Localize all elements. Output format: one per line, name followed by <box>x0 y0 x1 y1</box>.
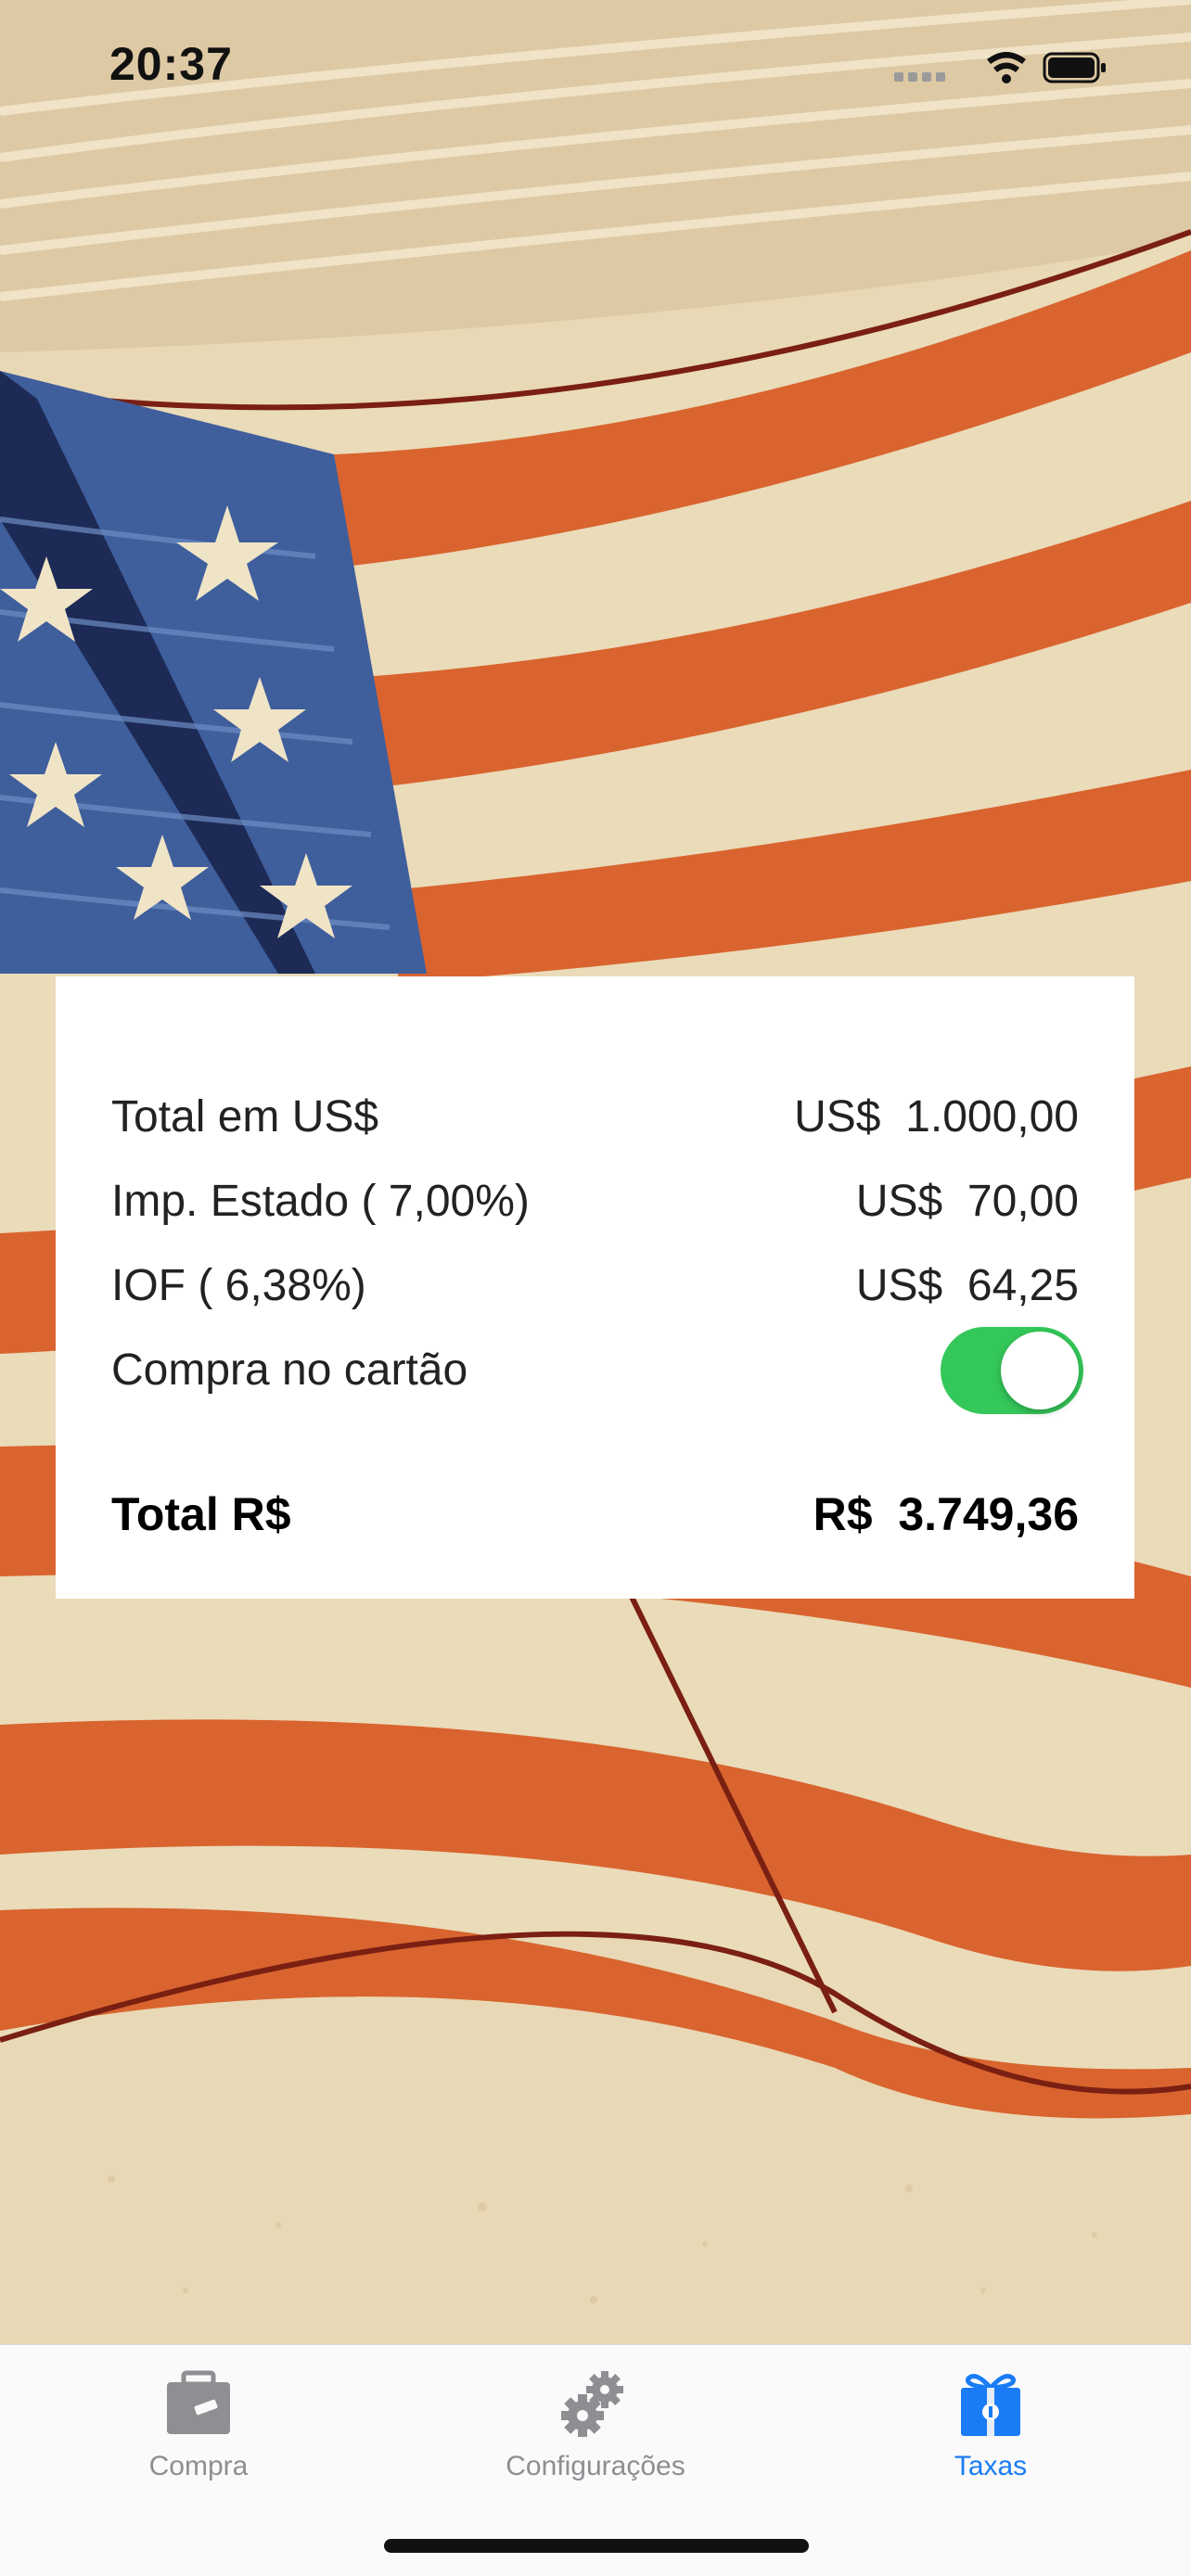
tab-compra[interactable]: Compra <box>50 2367 347 2516</box>
state-tax-row: Imp. Estado ( 7,00%) US$ 70,00 <box>111 1165 1079 1239</box>
tab-compra-label: Compra <box>148 2451 249 2481</box>
battery-icon <box>1043 52 1106 83</box>
tab-taxas[interactable]: Taxas <box>842 2367 1139 2516</box>
iof-row: IOF ( 6,38%) US$ 64,25 <box>111 1249 1079 1323</box>
iof-label: IOF ( 6,38%) <box>111 1261 366 1310</box>
card-purchase-toggle[interactable] <box>941 1327 1083 1414</box>
toggle-knob <box>1001 1332 1079 1409</box>
gift-icon <box>961 2374 1020 2436</box>
wifi-icon <box>987 52 1026 83</box>
iof-value: US$ 64,25 <box>855 1261 1079 1310</box>
tab-configuracoes-label: Configurações <box>506 2451 685 2481</box>
total-usd-label: Total em US$ <box>111 1092 379 1141</box>
tax-summary-card: Total em US$ US$ 1.000,00 Imp. Estado ( … <box>56 976 1134 1599</box>
state-tax-value: US$ 70,00 <box>855 1177 1079 1226</box>
tab-configuracoes[interactable]: Configurações <box>447 2367 744 2516</box>
state-tax-label: Imp. Estado ( 7,00%) <box>111 1177 530 1226</box>
gears-icon <box>561 2371 623 2437</box>
card-purchase-row: Compra no cartão <box>111 1333 1079 1408</box>
total-usd-value: US$ 1.000,00 <box>794 1092 1079 1141</box>
briefcase-icon <box>167 2370 230 2434</box>
cellular-signal-icon <box>894 72 945 82</box>
total-usd-row: Total em US$ US$ 1.000,00 <box>111 1080 1079 1154</box>
total-brl-value: R$ 3.749,36 <box>813 1488 1079 1540</box>
status-bar: 20:37 <box>0 0 1191 130</box>
status-icons <box>894 45 1108 96</box>
screen: 20:37 Total em US$ US$ 1.000,00 Imp. Est… <box>0 0 1191 2576</box>
home-indicator <box>384 2539 809 2553</box>
status-time: 20:37 <box>109 38 233 90</box>
tab-taxas-label: Taxas <box>954 2451 1028 2481</box>
total-brl-row: Total R$ R$ 3.749,36 <box>111 1477 1079 1551</box>
total-brl-label: Total R$ <box>111 1488 291 1540</box>
card-purchase-label: Compra no cartão <box>111 1345 468 1395</box>
